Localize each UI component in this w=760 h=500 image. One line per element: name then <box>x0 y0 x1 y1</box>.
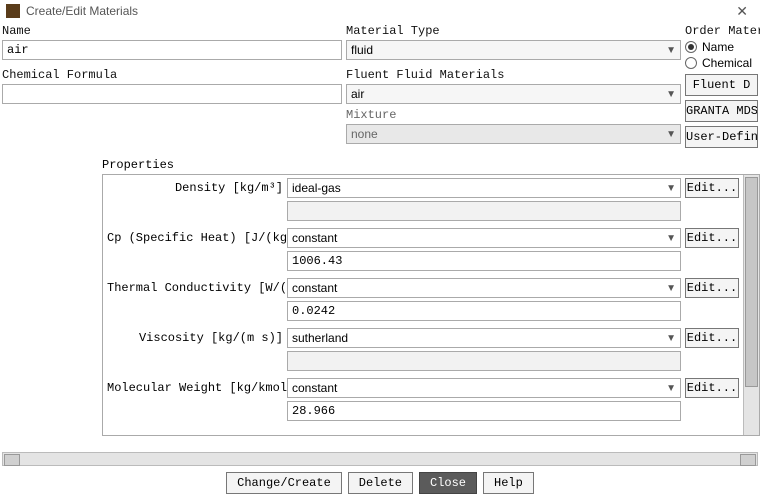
chevron-down-icon: ▼ <box>666 333 676 344</box>
prop-edit-button[interactable]: Edit... <box>685 178 739 198</box>
prop-method-value: ideal-gas <box>292 181 341 195</box>
chevron-down-icon: ▼ <box>666 233 676 244</box>
formula-label: Chemical Formula <box>2 68 342 82</box>
vertical-scrollbar[interactable] <box>743 175 759 435</box>
prop-method-value: constant <box>292 281 337 295</box>
order-by-chemical-radio[interactable]: Chemical <box>685 56 758 70</box>
window-title: Create/Edit Materials <box>26 4 138 18</box>
prop-method-value: sutherland <box>292 331 348 345</box>
app-icon <box>6 4 20 18</box>
radio-name-label: Name <box>702 40 734 54</box>
name-label: Name <box>2 24 342 38</box>
fluent-materials-label: Fluent Fluid Materials <box>346 68 681 82</box>
prop-value-input[interactable] <box>287 401 681 421</box>
prop-method-select[interactable]: constant ▼ <box>287 228 681 248</box>
radio-icon <box>685 41 697 53</box>
prop-label: Molecular Weight [kg/kmol] <box>107 381 287 395</box>
prop-method-select[interactable]: ideal-gas ▼ <box>287 178 681 198</box>
name-input[interactable] <box>2 40 342 60</box>
horizontal-scrollbar[interactable] <box>2 452 758 466</box>
delete-button[interactable]: Delete <box>348 472 413 494</box>
material-type-select[interactable]: fluid ▼ <box>346 40 681 60</box>
material-type-label: Material Type <box>346 24 681 38</box>
chevron-down-icon: ▼ <box>666 383 676 394</box>
fluent-db-button[interactable]: Fluent D <box>685 74 758 96</box>
radio-chemical-label: Chemical <box>702 56 752 70</box>
radio-icon <box>685 57 697 69</box>
prop-label: Viscosity [kg/(m s)] <box>107 331 287 345</box>
order-by-label: Order Materi <box>685 24 758 38</box>
prop-method-value: constant <box>292 381 337 395</box>
close-button[interactable]: Close <box>419 472 477 494</box>
prop-value-input[interactable] <box>287 201 681 221</box>
mixture-value: none <box>351 127 378 141</box>
prop-label: Cp (Specific Heat) [J/(kg K)] <box>107 231 287 245</box>
properties-panel: Density [kg/m³] ideal-gas ▼ Edit... Cp (Spec… <box>102 174 760 436</box>
chevron-down-icon: ▼ <box>666 283 676 294</box>
mixture-label: Mixture <box>346 108 681 122</box>
formula-input[interactable] <box>2 84 342 104</box>
properties-title: Properties <box>102 158 760 172</box>
prop-value-input[interactable] <box>287 251 681 271</box>
mixture-select: none ▼ <box>346 124 681 144</box>
fluent-materials-select[interactable]: air ▼ <box>346 84 681 104</box>
prop-method-value: constant <box>292 231 337 245</box>
chevron-down-icon: ▼ <box>666 89 676 100</box>
footer: Change/Create Delete Close Help <box>0 472 760 494</box>
scrollbar-thumb[interactable] <box>745 177 758 387</box>
prop-method-select[interactable]: constant ▼ <box>287 278 681 298</box>
fluent-materials-value: air <box>351 87 364 101</box>
prop-method-select[interactable]: sutherland ▼ <box>287 328 681 348</box>
prop-method-select[interactable]: constant ▼ <box>287 378 681 398</box>
prop-edit-button[interactable]: Edit... <box>685 278 739 298</box>
prop-label: Thermal Conductivity [W/(m K)] <box>107 281 287 295</box>
prop-edit-button[interactable]: Edit... <box>685 378 739 398</box>
order-by-name-radio[interactable]: Name <box>685 40 758 54</box>
material-type-value: fluid <box>351 43 373 57</box>
granta-mds-button[interactable]: GRANTA MDS <box>685 100 758 122</box>
prop-value-input[interactable] <box>287 351 681 371</box>
prop-edit-button[interactable]: Edit... <box>685 228 739 248</box>
chevron-down-icon: ▼ <box>666 45 676 56</box>
chevron-down-icon: ▼ <box>666 129 676 140</box>
close-icon[interactable]: ✕ <box>730 3 754 20</box>
change-create-button[interactable]: Change/Create <box>226 472 342 494</box>
prop-edit-button[interactable]: Edit... <box>685 328 739 348</box>
user-defined-button[interactable]: User-Define <box>685 126 758 148</box>
prop-value-input[interactable] <box>287 301 681 321</box>
titlebar: Create/Edit Materials ✕ <box>0 0 760 22</box>
chevron-down-icon: ▼ <box>666 183 676 194</box>
prop-label: Density [kg/m³] <box>107 181 287 195</box>
help-button[interactable]: Help <box>483 472 534 494</box>
